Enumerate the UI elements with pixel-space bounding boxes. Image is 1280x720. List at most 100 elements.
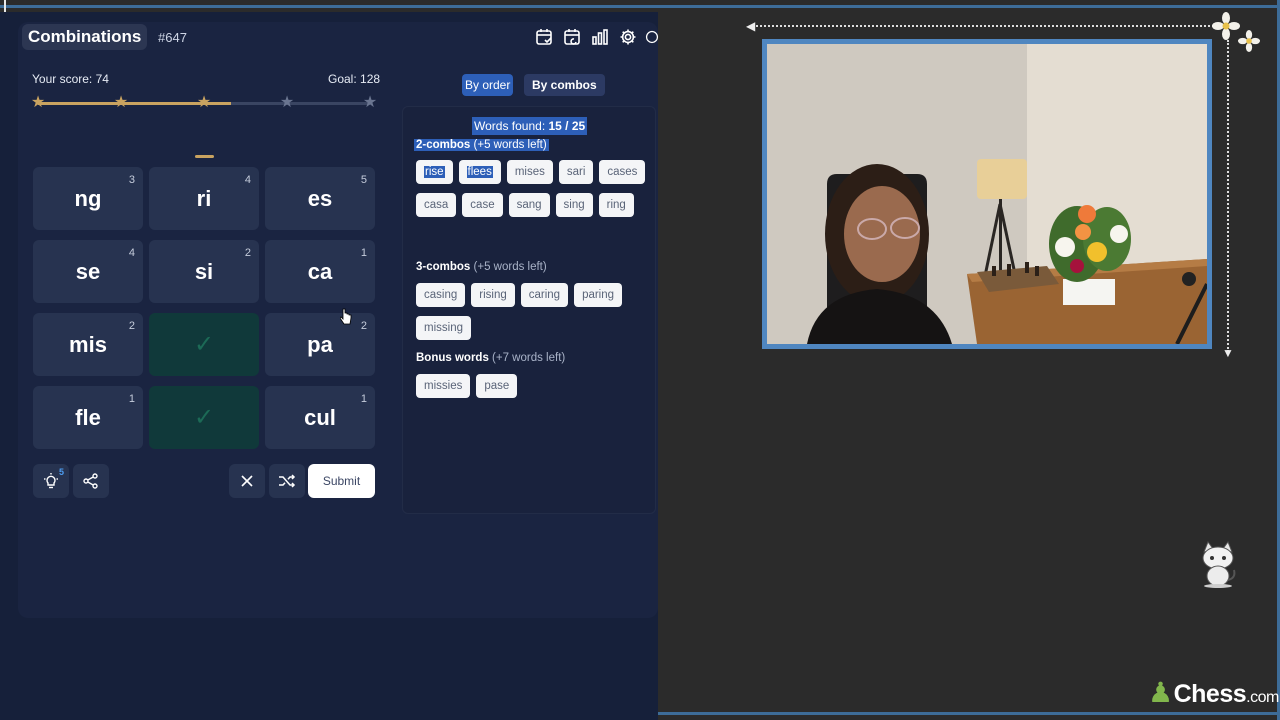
share-button[interactable] [73,464,109,498]
clear-button[interactable] [229,464,265,498]
tile-text: se [75,258,101,284]
section-remaining: (+5 words left) [473,139,547,151]
tile-count: 5 [360,174,367,186]
word-text: pase [484,380,510,392]
letter-tile[interactable]: es 5 [265,167,375,230]
check-icon: ✓ [193,331,215,358]
flower-icon [1212,12,1240,40]
word-text: cases [607,166,638,178]
tile-text: fle [75,404,101,430]
word-chip[interactable]: rise [416,160,453,184]
tab-by-combos[interactable]: By combos [524,74,605,96]
tile-count: 1 [360,247,367,259]
word-chip[interactable]: casing [416,283,466,307]
brand-name: Chess [1173,680,1247,708]
star-icon: ★ [362,94,378,111]
word-text: case [470,199,495,211]
share-icon [83,473,98,489]
tile-text: es [307,185,333,211]
tile-count: 1 [128,393,135,405]
word-text: paring [582,289,615,301]
word-chip[interactable]: ring [598,193,634,217]
shuffle-icon [279,474,296,488]
word-chip-list: casing rising caring paring missing [416,283,652,340]
section-title: Bonus words [416,352,489,364]
tile-text: cul [304,404,336,430]
word-chip[interactable]: cases [599,160,646,184]
pawn-icon: ♟ [1148,677,1173,708]
letter-tile[interactable]: cul 1 [265,386,375,449]
help-icon[interactable] [645,26,659,48]
close-icon [241,475,253,487]
tile-text: pa [307,331,333,357]
tile-count: 2 [244,247,251,259]
hint-count-badge: 5 [59,467,65,477]
word-text: caring [528,289,561,301]
word-text: sang [516,199,542,211]
tile-count: 4 [128,247,135,259]
word-chip[interactable]: flees [458,160,501,184]
letter-tile[interactable]: ca 1 [265,240,375,303]
bottom-border [658,712,1280,715]
section-heading: 2-combos (+5 words left) [414,139,549,151]
letter-tile[interactable]: si 2 [149,240,259,303]
stats-icon[interactable] [589,26,611,48]
word-chip[interactable]: rising [471,283,515,307]
word-chip[interactable]: sang [508,193,550,217]
word-chip[interactable]: case [462,193,503,217]
word-chip[interactable]: paring [574,283,623,307]
top-toolbar [533,26,659,48]
word-chip[interactable]: pase [476,374,518,398]
tile-text: ng [74,185,102,211]
word-chip-list: missies pase [416,374,652,398]
word-text: missing [424,322,463,334]
word-chip[interactable]: sari [558,160,594,184]
tile-count: 3 [128,174,135,186]
cat-sticker-icon [1202,540,1236,588]
words-found-count: 15 / 25 [548,119,586,133]
lightbulb-icon [44,473,58,489]
tile-count: 2 [128,320,135,332]
word-text: casing [424,289,458,301]
tab-by-order[interactable]: By order [462,74,514,96]
tile-text: mis [69,331,107,357]
calendar-check-icon[interactable] [533,26,555,48]
word-chip[interactable]: mises [506,160,553,184]
letter-tile[interactable]: ng 3 [33,167,143,230]
brand-suffix: .com [1246,689,1279,706]
word-text: flees [466,166,493,178]
words-found: Words found: 15 / 25 [472,117,588,135]
section-title: 3-combos [416,261,471,273]
letter-tile[interactable]: pa 2 [265,313,375,376]
word-chip[interactable]: missing [416,316,471,340]
goal-label: Goal: 128 [328,72,381,86]
tile-used: ✓ [149,386,259,449]
tile-count: 1 [360,393,367,405]
tile-used: ✓ [149,313,259,376]
flower-small-icon [1238,30,1260,52]
section-remaining: (+7 words left) [492,352,566,364]
letter-tile[interactable]: mis 2 [33,313,143,376]
calendar-refresh-icon[interactable] [561,26,583,48]
letter-tile[interactable]: se 4 [33,240,143,303]
section-heading: 3-combos (+5 words left) [416,261,547,273]
tile-count: 4 [244,174,251,186]
star-icon: ★ [279,94,295,111]
tile-count: 2 [360,320,367,332]
letter-tile[interactable]: fle 1 [33,386,143,449]
word-chip[interactable]: missies [416,374,471,398]
letter-tile[interactable]: ri 4 [149,167,259,230]
word-chip-list: rise flees mises sari cases casa case sang sing r… [416,160,652,217]
word-chip[interactable]: sing [555,193,593,217]
hint-button[interactable]: 5 [33,464,69,498]
score-label: Your score: 74 [32,72,109,86]
word-chip[interactable]: caring [520,283,569,307]
word-chip[interactable]: casa [416,193,457,217]
section-title: 2-combos [416,139,471,151]
gear-icon[interactable] [617,26,639,48]
submit-button[interactable]: Submit [308,464,375,498]
shuffle-button[interactable] [269,464,305,498]
input-indicator [195,155,214,158]
tile-text: ri [196,185,212,211]
section-remaining: (+5 words left) [473,261,547,273]
